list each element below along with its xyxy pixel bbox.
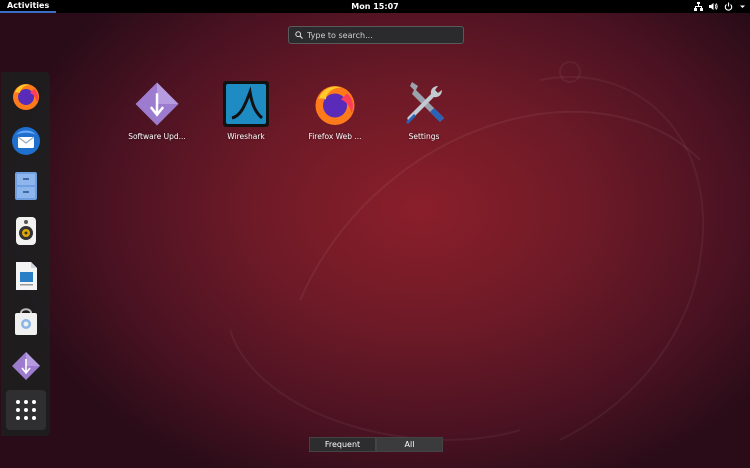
dock-item-thunderbird[interactable] bbox=[6, 121, 46, 161]
tab-all[interactable]: All bbox=[376, 437, 443, 452]
writer-icon bbox=[15, 262, 37, 290]
software-updater-icon bbox=[135, 82, 179, 126]
view-switcher: Frequent All bbox=[309, 437, 443, 452]
files-icon bbox=[14, 172, 37, 200]
clock[interactable]: Mon 15:07 bbox=[351, 2, 398, 11]
dock-item-software-updater[interactable] bbox=[6, 346, 46, 386]
app-settings[interactable]: Settings bbox=[380, 78, 468, 141]
dock-item-software[interactable] bbox=[6, 301, 46, 341]
dock-item-files[interactable] bbox=[6, 166, 46, 206]
app-label: Firefox Web ... bbox=[308, 132, 362, 141]
dock bbox=[1, 72, 50, 436]
menu-arrow-icon bbox=[740, 5, 745, 8]
show-applications-button[interactable] bbox=[5, 390, 46, 430]
rhythmbox-icon bbox=[15, 217, 36, 245]
dock-item-rhythmbox[interactable] bbox=[6, 211, 46, 251]
wireshark-icon bbox=[223, 81, 269, 127]
show-applications-icon bbox=[15, 400, 36, 420]
app-label: Wireshark bbox=[227, 132, 265, 141]
power-icon bbox=[724, 2, 733, 11]
app-wireshark[interactable]: Wireshark bbox=[202, 78, 290, 141]
network-icon bbox=[694, 2, 703, 11]
tab-frequent[interactable]: Frequent bbox=[309, 437, 376, 452]
wallpaper-art bbox=[229, 61, 705, 441]
software-icon bbox=[14, 308, 37, 335]
search-input[interactable] bbox=[307, 30, 457, 40]
software-updater-icon bbox=[11, 352, 40, 380]
app-grid: Software Upd... Wireshark Firefox Web ..… bbox=[113, 78, 469, 141]
app-label: Settings bbox=[408, 132, 440, 141]
volume-icon bbox=[709, 3, 718, 10]
thunderbird-icon bbox=[11, 127, 40, 155]
settings-icon bbox=[406, 82, 444, 124]
app-firefox[interactable]: Firefox Web ... bbox=[291, 78, 379, 141]
dock-item-writer[interactable] bbox=[6, 256, 46, 296]
app-label: Software Upd... bbox=[128, 132, 186, 141]
dock-item-firefox[interactable] bbox=[6, 76, 46, 116]
system-status-area[interactable] bbox=[694, 0, 746, 13]
activities-label: Activities bbox=[7, 1, 50, 10]
top-bar: Activities Mon 15:07 bbox=[0, 0, 750, 13]
search-box[interactable] bbox=[288, 26, 464, 44]
activities-button[interactable]: Activities bbox=[0, 0, 57, 13]
firefox-icon bbox=[12, 84, 39, 110]
search-icon bbox=[295, 31, 303, 39]
app-software-updater[interactable]: Software Upd... bbox=[113, 78, 201, 141]
firefox-icon bbox=[315, 86, 355, 125]
